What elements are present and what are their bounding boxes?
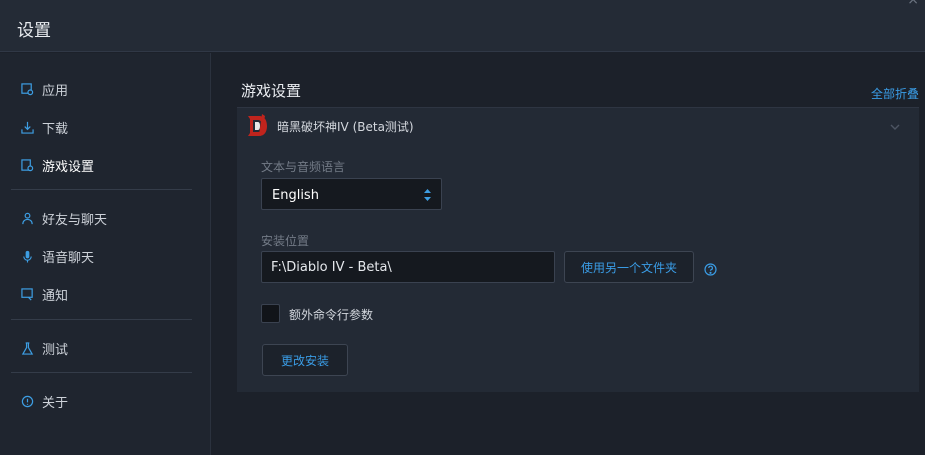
title-bar: 设置 × [0, 0, 925, 52]
install-path-field[interactable] [261, 251, 555, 283]
friends-icon [20, 211, 34, 225]
sidebar-item-friends[interactable]: 好友与聊天 [20, 206, 107, 230]
sidebar-divider [11, 372, 192, 373]
download-icon [20, 120, 34, 134]
sidebar-item-label: 通知 [42, 288, 69, 304]
sidebar-item-downloads[interactable]: 下载 [20, 115, 68, 139]
info-icon [20, 394, 34, 408]
window-title: 设置 [17, 21, 51, 41]
sidebar-item-voice-chat[interactable]: 语音聊天 [20, 244, 94, 268]
page-title: 游戏设置 [241, 82, 302, 100]
sidebar-item-notifications[interactable]: 通知 [20, 282, 68, 306]
sidebar-item-label: 应用 [42, 83, 69, 99]
sidebar-divider [11, 189, 192, 190]
sidebar-item-apps[interactable]: 应用 [20, 77, 68, 101]
extra-args-checkbox[interactable] [261, 304, 280, 323]
extra-args-label: 额外命令行参数 [289, 308, 374, 322]
app-gear-icon [20, 82, 34, 96]
collapse-all-link[interactable]: 全部折叠 [871, 85, 919, 102]
select-arrows-icon [423, 187, 432, 201]
game-settings-icon [20, 158, 34, 172]
use-another-folder-button[interactable]: 使用另一个文件夹 [564, 251, 694, 283]
language-label: 文本与音频语言 [261, 160, 346, 174]
chevron-down-icon[interactable] [889, 118, 901, 130]
sidebar-item-label: 测试 [42, 342, 69, 358]
language-select-value: English [272, 188, 319, 203]
close-icon[interactable]: × [907, 0, 919, 8]
notification-icon [20, 287, 34, 301]
sidebar-item-about[interactable]: 关于 [20, 389, 68, 413]
sidebar-item-label: 语音聊天 [42, 250, 95, 266]
flask-icon [20, 341, 34, 355]
sidebar-item-label: 下载 [42, 121, 69, 137]
microphone-icon [20, 249, 34, 263]
sidebar-item-beta[interactable]: 测试 [20, 336, 68, 360]
language-select[interactable]: English [261, 178, 442, 210]
game-section-header[interactable]: 暗黑破坏神IV (Beta测试) [237, 107, 919, 143]
sidebar-item-game-settings[interactable]: 游戏设置 [20, 153, 94, 177]
sidebar-divider [11, 319, 192, 320]
sidebar-item-label: 好友与聊天 [42, 212, 108, 228]
change-install-button[interactable]: 更改安装 [262, 344, 348, 376]
sidebar-item-label: 游戏设置 [42, 159, 95, 175]
diablo-logo-icon [244, 113, 270, 139]
sidebar-item-label: 关于 [42, 395, 69, 411]
game-name: 暗黑破坏神IV (Beta测试) [277, 120, 414, 134]
help-icon[interactable] [704, 261, 717, 276]
install-location-label: 安装位置 [261, 234, 310, 248]
